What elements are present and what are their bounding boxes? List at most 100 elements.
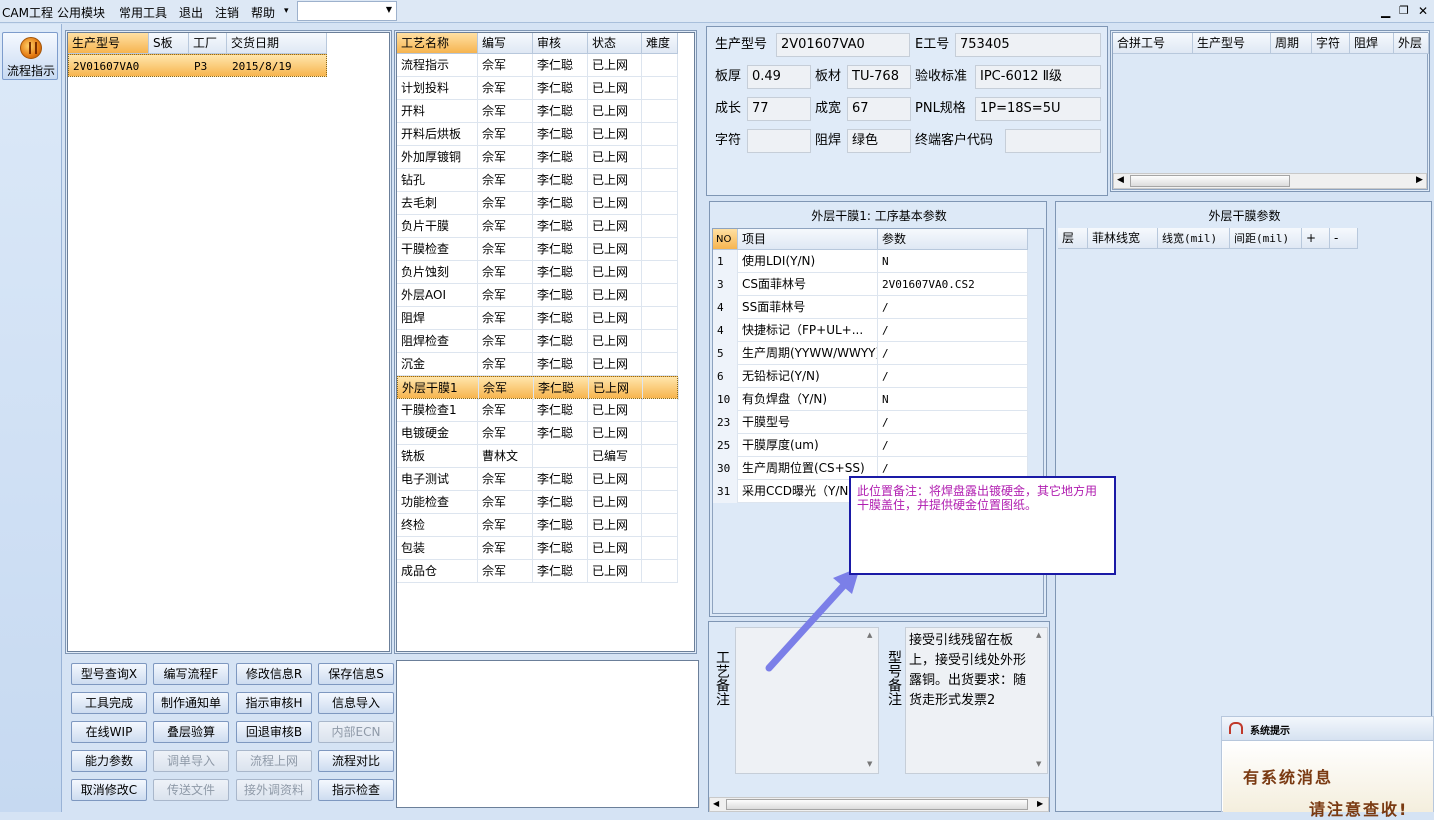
table-row[interactable]: 2V01607VA0 P3 2015/8/19	[68, 54, 327, 77]
table-row[interactable]: 10 有负焊盘（Y/N) N	[713, 388, 1028, 411]
menu-exit[interactable]: 退出	[179, 4, 203, 21]
arrow-up-icon[interactable]: ▲	[867, 631, 872, 639]
action-button-0-3[interactable]: 保存信息S	[318, 663, 394, 685]
col-header-author[interactable]: 编写	[478, 33, 533, 54]
action-button-2-1[interactable]: 叠层验算	[153, 721, 229, 743]
table-row[interactable]: 流程指示 佘军 李仁聪 已上网	[397, 54, 678, 77]
action-button-2-3[interactable]: 内部ECN	[318, 721, 394, 743]
action-button-1-2[interactable]: 指示审核H	[236, 692, 312, 714]
action-button-4-0[interactable]: 取消修改C	[71, 779, 147, 801]
action-button-1-0[interactable]: 工具完成	[71, 692, 147, 714]
table-row[interactable]: 终检 佘军 李仁聪 已上网	[397, 514, 678, 537]
table-row[interactable]: 5 生产周期(YYWW/WWYY) /	[713, 342, 1028, 365]
table-row[interactable]: 25 干膜厚度(um) /	[713, 434, 1028, 457]
table-row[interactable]: 去毛刺 佘军 李仁聪 已上网	[397, 192, 678, 215]
arrow-left-icon[interactable]: ◀	[1117, 175, 1124, 185]
table-row[interactable]: 1 使用LDI(Y/N) N	[713, 250, 1028, 273]
table-row[interactable]: 负片蚀刻 佘军 李仁聪 已上网	[397, 261, 678, 284]
col-header-character[interactable]: 字符	[1312, 33, 1350, 54]
chevron-down-icon[interactable]: ▾	[284, 6, 289, 16]
table-row[interactable]: 成品仓 佘军 李仁聪 已上网	[397, 560, 678, 583]
table-row[interactable]: 电子测试 佘军 李仁聪 已上网	[397, 468, 678, 491]
menu-cam[interactable]: CAM工程	[2, 4, 53, 21]
horizontal-scrollbar[interactable]: ◀ ▶	[709, 797, 1049, 812]
col-header-combine-model[interactable]: 生产型号	[1193, 33, 1271, 54]
close-icon[interactable]: ✕	[1418, 4, 1428, 18]
action-button-3-1[interactable]: 调单导入	[153, 750, 229, 772]
menu-help[interactable]: 帮助	[251, 4, 275, 21]
arrow-down-icon[interactable]: ▼	[1036, 760, 1041, 768]
action-button-1-3[interactable]: 信息导入	[318, 692, 394, 714]
col-header-factory[interactable]: 工厂	[189, 33, 227, 54]
col-header-item[interactable]: 项目	[738, 229, 878, 250]
restore-icon[interactable]: ❐	[1399, 4, 1409, 17]
arrow-right-icon[interactable]: ▶	[1037, 799, 1043, 808]
action-button-3-0[interactable]: 能力参数	[71, 750, 147, 772]
table-row[interactable]: 4 快捷标记（FP+UL+... /	[713, 319, 1028, 342]
table-row[interactable]: 包装 佘军 李仁聪 已上网	[397, 537, 678, 560]
action-button-3-2[interactable]: 流程上网	[236, 750, 312, 772]
col-header-cycle[interactable]: 周期	[1271, 33, 1312, 54]
col-header-layer[interactable]: 层	[1058, 228, 1088, 249]
col-header-delivery[interactable]: 交货日期	[227, 33, 327, 54]
table-row[interactable]: 4 SS面菲林号 /	[713, 296, 1028, 319]
vertical-scrollbar[interactable]: ▲ ▼	[1034, 629, 1046, 772]
model-note-field[interactable]: 接受引线残留在板上，接受引线处外形露铜。出货要求：随货走形式发票2 ▲ ▼	[905, 627, 1048, 774]
action-button-2-2[interactable]: 回退审核B	[236, 721, 312, 743]
col-header-status[interactable]: 状态	[588, 33, 642, 54]
arrow-up-icon[interactable]: ▲	[1036, 631, 1041, 639]
col-header-spacing[interactable]: 间距(mil)	[1230, 228, 1302, 249]
action-button-1-1[interactable]: 制作通知单	[153, 692, 229, 714]
table-row[interactable]: 电镀硬金 佘军 李仁聪 已上网	[397, 422, 678, 445]
action-button-0-1[interactable]: 编写流程F	[153, 663, 229, 685]
add-column-button[interactable]: +	[1302, 228, 1330, 249]
table-row[interactable]: 阻焊检查 佘军 李仁聪 已上网	[397, 330, 678, 353]
action-button-4-1[interactable]: 传送文件	[153, 779, 229, 801]
table-row[interactable]: 6 无铅标记(Y/N) /	[713, 365, 1028, 388]
table-row[interactable]: 阻焊 佘军 李仁聪 已上网	[397, 307, 678, 330]
action-button-2-0[interactable]: 在线WIP	[71, 721, 147, 743]
col-header-outer[interactable]: 外层	[1394, 33, 1429, 54]
table-row[interactable]: 沉金 佘军 李仁聪 已上网	[397, 353, 678, 376]
table-row[interactable]: 干膜检查 佘军 李仁聪 已上网	[397, 238, 678, 261]
arrow-right-icon[interactable]: ▶	[1416, 175, 1423, 185]
col-header-model[interactable]: 生产型号	[68, 33, 149, 54]
table-row[interactable]: 功能检查 佘军 李仁聪 已上网	[397, 491, 678, 514]
table-row[interactable]: 计划投料 佘军 李仁聪 已上网	[397, 77, 678, 100]
system-message-popup[interactable]: 系统提示 有系统消息 请注意查收!	[1221, 716, 1434, 819]
menu-common-tools[interactable]: 常用工具	[119, 4, 167, 21]
table-row[interactable]: 23 干膜型号 /	[713, 411, 1028, 434]
arrow-down-icon[interactable]: ▼	[867, 760, 872, 768]
table-row[interactable]: 外层AOI 佘军 李仁聪 已上网	[397, 284, 678, 307]
col-header-difficulty[interactable]: 难度	[642, 33, 678, 54]
horizontal-scrollbar[interactable]: ◀ ▶	[1113, 173, 1427, 189]
table-row[interactable]: 钻孔 佘军 李仁聪 已上网	[397, 169, 678, 192]
col-header-param[interactable]: 参数	[878, 229, 1028, 250]
scrollbar-thumb[interactable]	[1130, 175, 1290, 187]
table-row[interactable]: 开料 佘军 李仁聪 已上网	[397, 100, 678, 123]
table-row[interactable]: 外层干膜1 佘军 李仁聪 已上网	[397, 376, 679, 400]
action-button-0-2[interactable]: 修改信息R	[236, 663, 312, 685]
col-header-reviewer[interactable]: 审核	[533, 33, 588, 54]
arrow-left-icon[interactable]: ◀	[713, 799, 719, 808]
menu-logout[interactable]: 注销	[215, 4, 239, 21]
col-header-no[interactable]: NO	[713, 229, 738, 250]
table-row[interactable]: 3 CS面菲林号 2V01607VA0.CS2	[713, 273, 1028, 296]
process-note-field[interactable]: ▲ ▼	[735, 627, 879, 774]
action-button-0-0[interactable]: 型号查询X	[71, 663, 147, 685]
col-header-line-width[interactable]: 线宽(mil)	[1158, 228, 1230, 249]
col-header-s-board[interactable]: S板	[149, 33, 189, 54]
scrollbar-thumb[interactable]	[726, 799, 1028, 810]
table-row[interactable]: 铣板 曹林文 已编写	[397, 445, 678, 468]
col-header-mask[interactable]: 阻焊	[1350, 33, 1394, 54]
table-row[interactable]: 负片干膜 佘军 李仁聪 已上网	[397, 215, 678, 238]
action-button-3-3[interactable]: 流程对比	[318, 750, 394, 772]
flow-guide-button[interactable]: 流程指示	[2, 32, 58, 80]
table-row[interactable]: 干膜检查1 佘军 李仁聪 已上网	[397, 399, 678, 422]
minimize-icon[interactable]: ▁	[1381, 4, 1390, 18]
table-row[interactable]: 开料后烘板 佘军 李仁聪 已上网	[397, 123, 678, 146]
action-button-4-2[interactable]: 接外调资料	[236, 779, 312, 801]
vertical-scrollbar[interactable]: ▲ ▼	[865, 629, 877, 772]
menu-common-module[interactable]: 公用模块	[57, 4, 105, 21]
col-header-film-width[interactable]: 菲林线宽	[1088, 228, 1158, 249]
